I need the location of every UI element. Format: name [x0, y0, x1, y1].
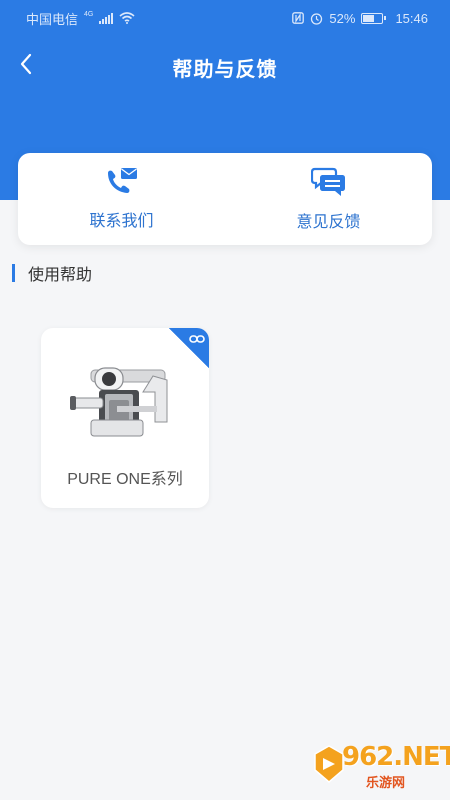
link-icon — [189, 335, 205, 343]
contact-us-button[interactable]: 联系我们 — [18, 153, 225, 245]
wifi-icon — [119, 12, 135, 24]
phone-mail-icon — [107, 168, 137, 193]
clock-time: 15:46 — [395, 10, 428, 26]
network-badge: 4G — [84, 10, 94, 18]
battery-icon — [361, 12, 387, 24]
watermark-subtext: 乐游网 — [366, 775, 406, 790]
battery-percent: 52% — [329, 10, 356, 26]
page-title: 帮助与反馈 — [172, 58, 278, 81]
section-accent-bar — [12, 264, 15, 282]
watermark-badge-icon — [314, 745, 344, 783]
vacuum-cleaner-image — [70, 367, 168, 437]
product-name: PURE ONE系列 — [67, 471, 183, 488]
help-section-header: 使用帮助 — [12, 262, 92, 284]
help-section-title: 使用帮助 — [28, 267, 93, 284]
feedback-label: 意见反馈 — [296, 214, 361, 231]
status-left: 中国电信 4G — [26, 9, 135, 28]
watermark-logo: 962.NET 乐游网 — [312, 740, 450, 792]
status-bar: 中国电信 4G 52% 15:46 — [0, 0, 450, 36]
alarm-icon — [311, 12, 323, 25]
chevron-left-icon — [20, 53, 32, 75]
product-card-pure-one[interactable]: PURE ONE系列 — [41, 328, 209, 508]
watermark-text: 962.NET — [342, 742, 450, 772]
action-card: 联系我们 意见反馈 — [18, 153, 432, 245]
status-right: 52% 15:46 — [292, 11, 428, 26]
contact-us-label: 联系我们 — [89, 213, 154, 230]
nfc-icon — [292, 12, 305, 24]
carrier-label: 中国电信 — [26, 11, 79, 27]
signal-icon — [99, 12, 114, 24]
chat-bubbles-icon — [310, 167, 345, 196]
nav-bar: 帮助与反馈 — [0, 40, 450, 94]
feedback-button[interactable]: 意见反馈 — [225, 153, 432, 245]
back-button[interactable] — [8, 46, 44, 82]
